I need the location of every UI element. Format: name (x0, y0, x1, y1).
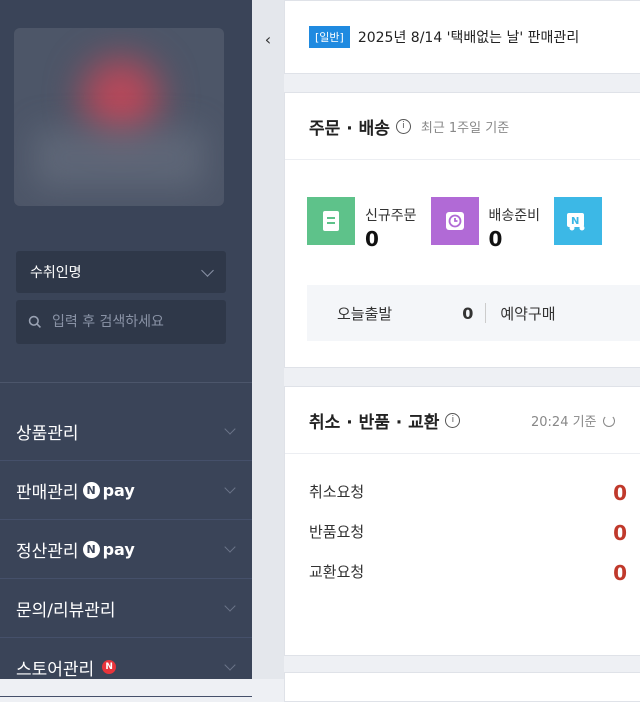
sidebar-item-label: 스토어관리 (16, 659, 95, 680)
npay-logo: Npay (82, 481, 135, 500)
sidebar: 수취인명 상품관리 판매관리 Npay 정산관리 Npay 문의/리뷰관리 (0, 0, 252, 697)
chevron-down-icon (224, 423, 236, 435)
stat-value[interactable]: 0 (489, 227, 541, 251)
stat-shipping[interactable]: N (554, 197, 603, 251)
stat-label: 배송준비 (488, 208, 541, 224)
stat-label: 신규주문 (365, 208, 417, 224)
claim-value[interactable]: 0 (613, 521, 627, 545)
claim-row-cancel[interactable]: 취소요청 0 (309, 481, 639, 505)
claim-label: 반품요청 (309, 523, 365, 541)
clock-icon (430, 197, 479, 245)
next-card (284, 672, 640, 702)
sidebar-item-products[interactable]: 상품관리 (0, 402, 252, 461)
stat-value[interactable]: 0 (365, 227, 417, 251)
delivery-icon: N (554, 197, 603, 245)
chevron-down-icon (201, 263, 214, 277)
info-icon[interactable]: i (395, 118, 411, 134)
notice-text[interactable]: 2025년 8/14 '택배없는 날' 판매관리 (358, 27, 579, 47)
new-order-icon (307, 197, 355, 245)
claim-value[interactable]: 0 (613, 481, 627, 505)
sidebar-divider (0, 382, 252, 383)
chevron-down-icon (224, 600, 236, 612)
sidebar-item-label: 정산관리 (16, 541, 79, 562)
sidebar-item-sales[interactable]: 판매관리 Npay (0, 461, 252, 520)
card-title: 주문 · 배송 (309, 118, 390, 139)
chevron-down-icon (224, 482, 236, 494)
sidebar-item-store[interactable]: 스토어관리 N (0, 638, 252, 697)
updated-time: 20:24 기준 (531, 411, 615, 430)
today-label: 오늘출발 (337, 304, 393, 323)
profile-image (14, 28, 224, 206)
claims-card: 취소 · 반품 · 교환 i 20:24 기준 취소요청 0 반품요청 0 교환… (284, 386, 640, 656)
claim-label: 교환요청 (309, 563, 365, 581)
claim-row-return[interactable]: 반품요청 0 (309, 521, 639, 545)
card-title: 취소 · 반품 · 교환 (309, 412, 440, 433)
search-box[interactable] (16, 300, 226, 344)
separator (485, 303, 487, 323)
search-input[interactable] (50, 313, 214, 331)
search-icon (28, 315, 41, 328)
card-subtitle: 최근 1주일 기준 (420, 120, 510, 136)
sidebar-item-inquiries[interactable]: 문의/리뷰관리 (0, 579, 252, 638)
notice-tag: [일반] (309, 26, 350, 48)
store-select[interactable]: 수취인명 (16, 251, 226, 293)
claim-row-exchange[interactable]: 교환요청 0 (309, 561, 639, 585)
claim-value[interactable]: 0 (613, 561, 627, 585)
orders-card: 주문 · 배송 i 최근 1주일 기준 신규주문 0 배송준비 0 N 오늘출발… (284, 92, 640, 368)
chevron-down-icon (224, 659, 236, 671)
chevron-down-icon (224, 541, 236, 553)
reserve-label: 예약구매 (500, 304, 556, 323)
sidebar-item-settlement[interactable]: 정산관리 Npay (0, 520, 252, 579)
today-value[interactable]: 0 (462, 304, 473, 323)
today-departure-row[interactable]: 오늘출발 0 예약구매 (307, 285, 640, 341)
sidebar-item-label: 상품관리 (16, 423, 79, 444)
refresh-icon[interactable] (602, 414, 615, 427)
collapse-sidebar-button[interactable]: ‹ (252, 24, 284, 54)
sidebar-item-label: 문의/리뷰관리 (16, 600, 116, 621)
sidebar-collapse-strip (252, 0, 284, 679)
sidebar-menu: 상품관리 판매관리 Npay 정산관리 Npay 문의/리뷰관리 스토어관리 N (0, 402, 252, 697)
store-select-label: 수취인명 (30, 265, 82, 281)
stat-ready-to-ship[interactable]: 배송준비 0 (430, 197, 541, 251)
sidebar-item-label: 판매관리 (16, 482, 79, 503)
notice-banner[interactable]: [일반] 2025년 8/14 '택배없는 날' 판매관리 (284, 0, 640, 74)
svg-text:N: N (571, 216, 579, 227)
claim-label: 취소요청 (309, 483, 365, 501)
info-icon[interactable]: i (445, 412, 461, 428)
stat-new-orders[interactable]: 신규주문 0 (307, 197, 417, 251)
new-badge: N (102, 660, 117, 674)
chevron-left-icon: ‹ (264, 29, 272, 49)
npay-logo: Npay (82, 540, 135, 559)
